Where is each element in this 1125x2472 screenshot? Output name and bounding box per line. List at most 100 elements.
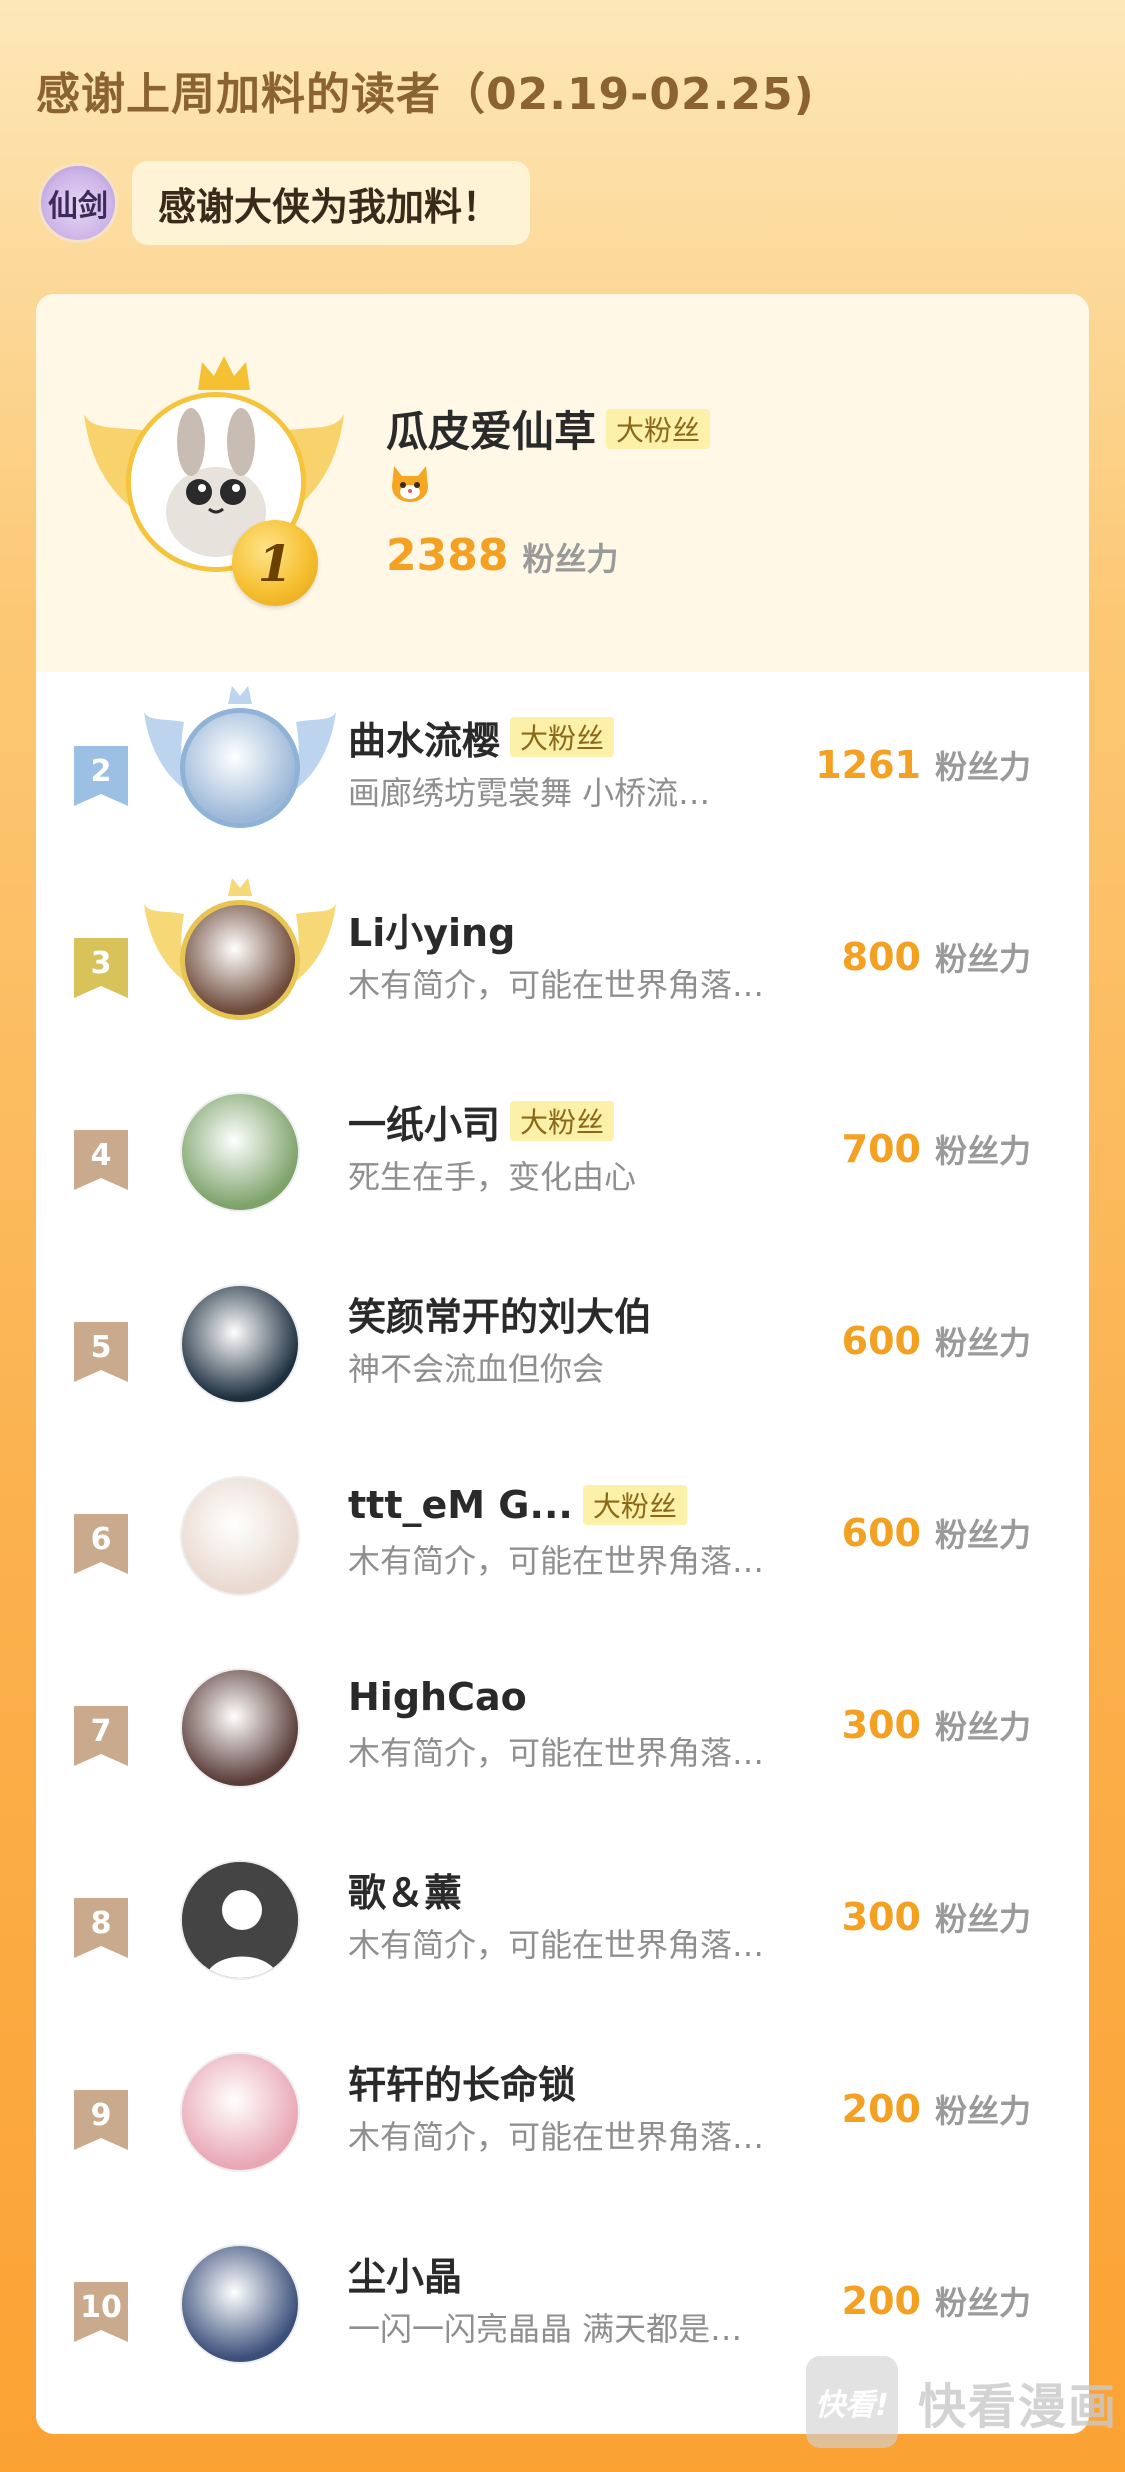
fan-bio: 木有简介，可能在世界角落… xyxy=(348,966,765,1004)
fan-avatar[interactable] xyxy=(180,1476,300,1596)
crown-icon xyxy=(198,356,250,390)
fan-bio: 木有简介，可能在世界角落… xyxy=(348,2118,765,2156)
fan-text: ttt_eM G... 大粉丝 木有简介，可能在世界角落… xyxy=(348,1480,818,1582)
fan-score-unit: 粉丝力 xyxy=(934,748,1031,786)
fan-name-line: ttt_eM G... 大粉丝 xyxy=(348,1480,818,1530)
fan-score-unit: 粉丝力 xyxy=(934,1900,1031,1938)
fan-name-line: 歌＆薰 xyxy=(348,1862,818,1917)
fan-name[interactable]: 歌＆薰 xyxy=(348,1862,462,1917)
rank-number: 7 xyxy=(90,1714,112,1749)
fan-score-value: 800 xyxy=(841,935,921,979)
fan-text: HighCao 木有简介，可能在世界角落… xyxy=(348,1672,818,1774)
big-fan-badge: 大粉丝 xyxy=(606,408,711,449)
fan-text: 笑颜常开的刘大伯神不会流血但你会 xyxy=(348,1288,818,1390)
kuaikan-watermark: 快看! 快看漫画 xyxy=(806,2356,1118,2448)
top-fan-section[interactable]: 1 瓜皮爱仙草 大粉丝 2388 粉丝力 xyxy=(36,294,1089,672)
fan-name[interactable]: HighCao xyxy=(348,1675,527,1719)
fan-name-line: HighCao xyxy=(348,1672,818,1722)
rank-flag: 5 xyxy=(74,1322,128,1382)
fan-avatar[interactable] xyxy=(180,900,300,1020)
fan-score-value: 200 xyxy=(841,2279,921,2323)
fan-name-line: 尘小晶 xyxy=(348,2246,818,2301)
rank-number: 6 xyxy=(90,1522,112,1557)
fan-bio: 画廊绣坊霓裳舞 小桥流… xyxy=(348,774,711,812)
fan-score-unit: 粉丝力 xyxy=(934,2284,1031,2322)
cat-face-icon xyxy=(392,466,428,502)
fan-avatar[interactable] xyxy=(180,1860,300,1980)
fan-row[interactable]: 4 一纸小司 大粉丝 死生在手，变化由心 700 粉丝力 xyxy=(36,1056,1089,1248)
fan-text: Li小ying 木有简介，可能在世界角落… xyxy=(348,904,818,1006)
fan-avatar[interactable] xyxy=(180,2052,300,2172)
fan-row[interactable]: 6 ttt_eM G... 大粉丝 木有简介，可能在世界角落… 600 粉丝力 xyxy=(36,1440,1089,1632)
top-fan-avatar-frame: 1 xyxy=(84,354,344,606)
fan-bio: 木有简介，可能在世界角落… xyxy=(348,1734,765,1772)
rank-number: 10 xyxy=(80,2290,122,2325)
top-fan-name[interactable]: 瓜皮爱仙草 xyxy=(386,398,596,459)
rank-number: 2 xyxy=(90,754,112,789)
kuaikan-logo: 快看! xyxy=(806,2356,898,2448)
fan-row[interactable]: 3 Li小ying 木有简介，可能在世界角落… 800 粉丝力 xyxy=(36,864,1089,1056)
fan-score-value: 700 xyxy=(841,1127,921,1171)
top-fan-score: 2388 粉丝力 xyxy=(386,530,618,581)
fan-name[interactable]: ttt_eM G... xyxy=(348,1483,573,1527)
rank-flag: 2 xyxy=(74,746,128,806)
fan-score: 600 粉丝力 xyxy=(842,1318,1031,1364)
rank-flag: 9 xyxy=(74,2090,128,2150)
fan-score-unit: 粉丝力 xyxy=(934,1324,1031,1362)
fan-name-line: 笑颜常开的刘大伯 xyxy=(348,1286,818,1341)
fan-row[interactable]: 7 HighCao 木有简介，可能在世界角落… 300 粉丝力 xyxy=(36,1632,1089,1824)
fan-name-line: 一纸小司 大粉丝 xyxy=(348,1094,818,1149)
fan-name[interactable]: Li小ying xyxy=(348,902,515,957)
fan-bio: 神不会流血但你会 xyxy=(348,1350,605,1388)
rank-1-medal: 1 xyxy=(232,520,318,606)
rank-number: 4 xyxy=(90,1138,112,1173)
rank-number: 3 xyxy=(90,946,112,981)
fan-score: 800 粉丝力 xyxy=(842,934,1031,980)
fan-score-unit: 粉丝力 xyxy=(934,1516,1031,1554)
rank-flag: 8 xyxy=(74,1898,128,1958)
fan-avatar[interactable] xyxy=(180,2244,300,2364)
fan-name-line: 曲水流樱 大粉丝 xyxy=(348,710,818,765)
fan-text: 歌＆薰木有简介，可能在世界角落… xyxy=(348,1864,818,1966)
fan-name-line: Li小ying xyxy=(348,902,818,957)
big-fan-badge: 大粉丝 xyxy=(510,1101,615,1141)
rank-flag: 3 xyxy=(74,938,128,998)
fan-score: 300 粉丝力 xyxy=(842,1894,1031,1940)
fan-text: 一纸小司 大粉丝 死生在手，变化由心 xyxy=(348,1096,818,1198)
fan-avatar[interactable] xyxy=(180,1668,300,1788)
fan-text: 尘小晶 一闪一闪亮晶晶 满天都是… xyxy=(348,2248,818,2350)
thanks-row: 仙剑 感谢大侠为我加料！ xyxy=(38,160,531,246)
fan-avatar[interactable] xyxy=(180,1092,300,1212)
fan-score-unit: 粉丝力 xyxy=(934,1132,1031,1170)
fan-score-value: 600 xyxy=(841,1511,921,1555)
fan-ranking-card: 1 瓜皮爱仙草 大粉丝 2388 粉丝力 2 曲水流樱 大粉丝 画廊绣坊霓裳舞 小桥流… xyxy=(36,294,1089,2434)
fan-text: 轩轩的长命锁木有简介，可能在世界角落… xyxy=(348,2056,818,2158)
big-fan-badge: 大粉丝 xyxy=(510,717,615,757)
top-fan-score-value: 2388 xyxy=(386,530,509,581)
fan-name[interactable]: 轩轩的长命锁 xyxy=(348,2054,576,2109)
fan-name-line: 轩轩的长命锁 xyxy=(348,2054,818,2109)
fan-row[interactable]: 8 歌＆薰木有简介，可能在世界角落… 300 粉丝力 xyxy=(36,1824,1089,2016)
fan-score-value: 600 xyxy=(841,1319,921,1363)
fan-name[interactable]: 笑颜常开的刘大伯 xyxy=(348,1286,652,1341)
fan-name[interactable]: 尘小晶 xyxy=(348,2246,462,2301)
fan-name[interactable]: 曲水流樱 xyxy=(348,710,500,765)
rank-number: 5 xyxy=(90,1330,112,1365)
fan-row[interactable]: 9 轩轩的长命锁木有简介，可能在世界角落… 200 粉丝力 xyxy=(36,2016,1089,2208)
fan-score: 200 粉丝力 xyxy=(842,2086,1031,2132)
fan-score-unit: 粉丝力 xyxy=(934,940,1031,978)
fan-score-unit: 粉丝力 xyxy=(934,1708,1031,1746)
top-fan-score-unit: 粉丝力 xyxy=(522,540,619,578)
fan-row[interactable]: 5 笑颜常开的刘大伯神不会流血但你会 600 粉丝力 xyxy=(36,1248,1089,1440)
fan-avatar[interactable] xyxy=(180,1284,300,1404)
fan-name[interactable]: 一纸小司 xyxy=(348,1094,500,1149)
page-title: 感谢上周加料的读者（02.19-02.25) xyxy=(36,69,815,120)
fan-row[interactable]: 2 曲水流樱 大粉丝 画廊绣坊霓裳舞 小桥流… 1261 粉丝力 xyxy=(36,672,1089,864)
brand-avatar[interactable]: 仙剑 xyxy=(38,163,118,243)
fan-score-value: 300 xyxy=(841,1895,921,1939)
rank-flag: 4 xyxy=(74,1130,128,1190)
fan-avatar[interactable] xyxy=(180,708,300,828)
fan-bio: 木有简介，可能在世界角落… xyxy=(348,1926,765,1964)
default-user-icon xyxy=(182,1862,298,1978)
big-fan-badge: 大粉丝 xyxy=(582,1485,687,1525)
